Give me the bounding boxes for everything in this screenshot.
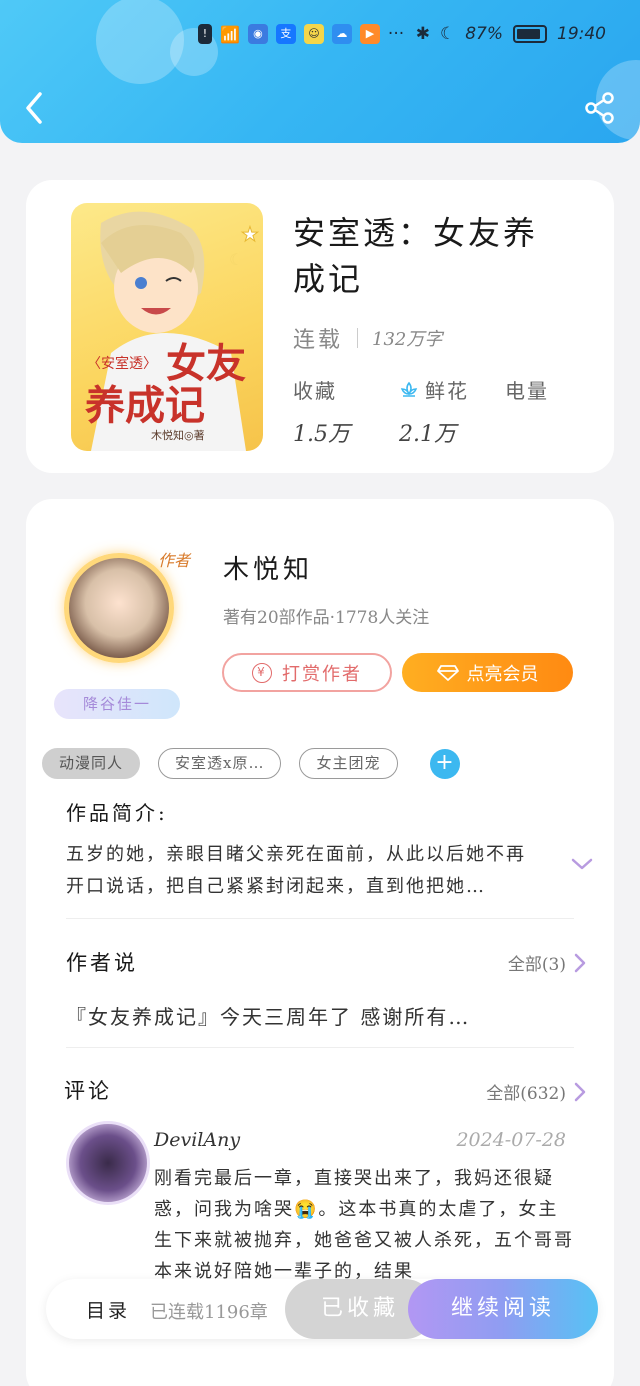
stat-favorites[interactable]: 收藏 1.5万	[293, 375, 399, 448]
divider	[66, 918, 574, 919]
expand-chevron-icon[interactable]	[570, 857, 594, 871]
tag-list: 动漫同人 安室透x原… 女主团宠 +	[42, 748, 460, 779]
svg-text:★: ★	[241, 222, 259, 246]
cover-author: 木悦知◎著	[151, 429, 205, 442]
stat-label: 鲜花	[425, 379, 469, 403]
vip-button[interactable]: 点亮会员	[402, 653, 573, 692]
author-says-text[interactable]: 『女友养成记』今天三周年了 感谢所有…	[66, 1001, 470, 1030]
stat-value: 1.5万	[293, 422, 350, 447]
chevron-right-icon	[574, 953, 586, 972]
tag-item[interactable]: 动漫同人	[42, 748, 141, 779]
svg-text:☾: ☾	[229, 250, 243, 269]
continue-reading-button[interactable]: 继续阅读	[408, 1279, 598, 1339]
tip-label: 打赏作者	[282, 663, 362, 685]
comment-date: 2024-07-28	[456, 1129, 566, 1151]
commenter-name[interactable]: DevilAny	[154, 1129, 240, 1151]
stat-label-wrap: 鲜花	[399, 375, 505, 404]
vip-label: 点亮会员	[466, 663, 539, 685]
tag-item[interactable]: 安室透x原…	[158, 748, 282, 779]
book-status: 连载	[293, 328, 344, 353]
bottom-action-bar: 目录 已连载1196章 已收藏 继续阅读	[46, 1279, 598, 1339]
more-notifications: ···	[387, 24, 405, 44]
alipay-app-icon: 支	[275, 24, 296, 44]
comments-all-link[interactable]: 全部(632)	[486, 1079, 586, 1104]
moon-icon: ☾	[439, 24, 456, 44]
book-stats: 收藏 1.5万 鲜花 2.1万 电量	[293, 375, 611, 448]
author-avatar-wrap[interactable]: 作者	[54, 543, 190, 673]
tip-author-button[interactable]: ¥ 打赏作者	[222, 653, 392, 692]
book-info-card: ★ ☾ 〈安室透〉 女友 养成记 木悦知◎著 安室透：女友养成记 连载 132万…	[26, 180, 614, 473]
word-count: 132万字	[372, 329, 443, 350]
commenter-avatar[interactable]	[66, 1121, 150, 1205]
cover-title-line2: 养成记	[85, 382, 205, 429]
chevron-right-icon	[574, 1082, 586, 1101]
flower-icon	[400, 381, 418, 397]
header: ! 📶 ◉ 支 ☺ ☁ ▶ ··· ✱ ☾ 87% 19:40	[0, 0, 640, 143]
back-icon[interactable]	[20, 88, 50, 128]
author-name[interactable]: 木悦知	[223, 549, 313, 586]
stat-power[interactable]: 电量	[505, 375, 611, 448]
tag-item[interactable]: 女主团宠	[299, 748, 398, 779]
wifi-icon: 📶	[220, 24, 240, 44]
toc-label: 目录	[86, 1300, 131, 1322]
detail-card: 作者 降谷佳一 木悦知 著有20部作品·1778人关注 ¥ 打赏作者 点亮会员 …	[26, 499, 614, 1386]
book-meta: 连载 132万字	[293, 322, 442, 354]
diamond-icon	[436, 664, 459, 681]
book-title: 安室透：女友养成记	[293, 214, 539, 298]
notification-icons: ! 📶 ◉ 支 ☺ ☁ ▶ ···	[198, 24, 404, 44]
battery-percent: 87%	[465, 24, 503, 44]
alert-icon: !	[198, 24, 212, 44]
yen-icon: ¥	[252, 662, 272, 683]
intro-title: 作品简介:	[66, 801, 168, 825]
game-app-icon: ◉	[247, 24, 268, 44]
chapter-count: 已连载1196章	[150, 1302, 268, 1323]
divider	[66, 1047, 574, 1048]
bluetooth-icon: ✱	[415, 24, 430, 44]
author-description: 著有20部作品·1778人关注	[223, 608, 430, 628]
author-says-title: 作者说	[66, 951, 138, 975]
comment-text[interactable]: 刚看完最后一章，直接哭出来了，我妈还很疑惑，问我为啥哭😭。这本书真的太虐了，女主…	[154, 1163, 574, 1287]
clock: 19:40	[557, 24, 606, 44]
stat-label: 电量	[505, 379, 549, 403]
intro-text[interactable]: 五岁的她，亲眼目睹父亲死在面前，从此以后她不再开口说话，把自己紧紧封闭起来，直到…	[66, 839, 544, 903]
status-bar: ! 📶 ◉ 支 ☺ ☁ ▶ ··· ✱ ☾ 87% 19:40	[0, 18, 640, 54]
comments-title: 评论	[64, 1079, 112, 1103]
author-says-all-link[interactable]: 全部(3)	[508, 950, 586, 975]
status-right: ✱ ☾ 87% 19:40	[416, 24, 606, 44]
stat-label: 收藏	[293, 379, 337, 403]
stat-value: 2.1万	[399, 422, 456, 447]
stat-flowers[interactable]: 鲜花 2.1万	[399, 375, 505, 448]
all-label: 全部(3)	[507, 955, 566, 975]
add-tag-icon[interactable]: +	[429, 748, 460, 779]
author-badge: 作者	[157, 551, 190, 570]
chat-app-icon: ☺	[303, 24, 324, 44]
cover-series: 〈安室透〉	[87, 356, 157, 372]
battery-icon	[513, 25, 547, 43]
cloud-app-icon: ☁	[331, 24, 352, 44]
book-cover[interactable]: ★ ☾ 〈安室透〉 女友 养成记 木悦知◎著	[71, 203, 263, 451]
share-icon[interactable]	[584, 92, 616, 124]
battery-fill	[517, 29, 540, 39]
fan-badge: 降谷佳一	[54, 689, 180, 719]
video-app-icon: ▶	[359, 24, 380, 44]
meta-divider	[357, 328, 359, 348]
all-label: 全部(632)	[486, 1084, 566, 1104]
